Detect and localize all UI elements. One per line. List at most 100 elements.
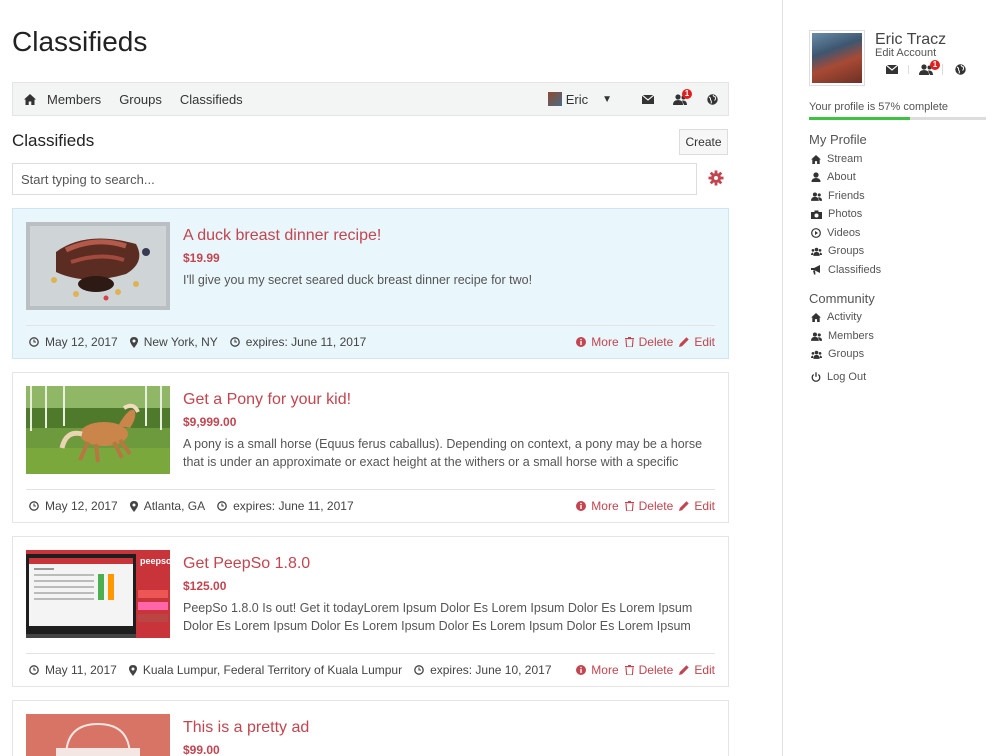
profile-completion-fill	[809, 117, 910, 120]
delete-button[interactable]: Delete	[624, 499, 673, 513]
pencil-icon	[679, 337, 690, 347]
sidebar-item-photos[interactable]: Photos	[811, 208, 862, 220]
listing-date-text: May 11, 2017	[45, 663, 117, 677]
card-divider	[26, 653, 715, 654]
nav-link-members[interactable]: Members	[47, 92, 101, 107]
more-button[interactable]: More	[576, 335, 619, 349]
sidebar-item-label: Members	[828, 330, 874, 342]
listing-thumbnail[interactable]	[26, 386, 170, 474]
clock-icon	[217, 501, 227, 511]
navbar: Members Groups Classifieds Eric ▼ 1	[12, 82, 729, 116]
sidebar-item-about[interactable]: About	[811, 171, 856, 183]
delete-label: Delete	[638, 663, 674, 677]
avatar[interactable]	[809, 30, 865, 86]
envelope-icon[interactable]	[875, 65, 909, 74]
listing-card[interactable]: peepso Get PeepSo 1.8.0 $125.00 PeepSo 1…	[12, 536, 729, 687]
friends-badge: 1	[930, 60, 940, 70]
listing-description: I'll give you my secret seared duck brea…	[183, 273, 533, 287]
listing-card[interactable]: A duck breast dinner recipe! $19.99 I'll…	[12, 208, 729, 359]
search-input[interactable]	[12, 163, 697, 195]
card-divider	[26, 489, 715, 490]
sidebar-item-community-groups[interactable]: Groups	[811, 348, 864, 360]
clock-icon	[29, 665, 39, 675]
globe-icon[interactable]	[943, 64, 977, 75]
nav-link-classifieds[interactable]: Classifieds	[180, 92, 243, 107]
edit-account-link[interactable]: Edit Account	[875, 47, 936, 59]
caret-down-icon[interactable]: ▼	[602, 94, 612, 105]
more-button[interactable]: More	[576, 663, 619, 677]
info-icon	[576, 665, 587, 675]
listing-thumbnail[interactable]	[26, 222, 170, 310]
card-divider	[26, 325, 715, 326]
listing-date-text: May 12, 2017	[45, 499, 118, 513]
envelope-icon[interactable]	[632, 94, 664, 104]
edit-button[interactable]: Edit	[679, 335, 715, 349]
friends-icon[interactable]: 1	[909, 60, 943, 75]
delete-button[interactable]: Delete	[624, 663, 674, 677]
sidebar-item-groups[interactable]: Groups	[811, 245, 864, 257]
gear-icon[interactable]	[708, 170, 724, 191]
home-icon	[811, 312, 821, 322]
profile-completion-text: Your profile is 57% complete	[809, 101, 949, 113]
pencil-icon	[679, 501, 690, 511]
sidebar-item-label: Friends	[828, 190, 865, 202]
listing-title[interactable]: A duck breast dinner recipe!	[183, 227, 381, 245]
listing-expires: expires: June 11, 2017	[229, 335, 367, 349]
listing-actions: More Delete Edit	[570, 499, 715, 513]
map-marker-icon	[129, 500, 138, 512]
globe-icon[interactable]	[696, 93, 728, 105]
sidebar-item-label: Stream	[827, 153, 863, 165]
home-icon	[811, 154, 821, 164]
sidebar-item-label: Groups	[828, 348, 865, 360]
listing-thumbnail[interactable]	[26, 714, 170, 756]
nav-avatar	[547, 92, 562, 106]
clock-icon	[29, 337, 39, 347]
listing-location: New York, NY	[129, 335, 218, 349]
nav-link-groups[interactable]: Groups	[119, 92, 162, 107]
edit-label: Edit	[694, 335, 715, 349]
nav-user-menu[interactable]: Eric	[547, 91, 589, 107]
listing-thumbnail[interactable]: peepso	[26, 550, 170, 638]
create-button[interactable]: Create	[679, 129, 728, 155]
listing-title[interactable]: Get a Pony for your kid!	[183, 391, 351, 409]
listing-title[interactable]: This is a pretty ad	[183, 719, 309, 737]
friends-badge: 1	[682, 88, 692, 99]
nav-user-name: Eric	[565, 91, 589, 107]
listing-date: May 12, 2017	[29, 335, 118, 349]
listing-card[interactable]: This is a pretty ad $99.00	[12, 700, 729, 756]
listing-card[interactable]: Get a Pony for your kid! $9,999.00 A pon…	[12, 372, 729, 523]
friends-icon	[811, 191, 822, 201]
listing-description: A pony is a small horse (Equus ferus cab…	[183, 437, 703, 469]
edit-button[interactable]: Edit	[679, 663, 715, 677]
listing-location-text: Kuala Lumpur, Federal Territory of Kuala…	[142, 663, 403, 677]
listing-price: $9,999.00	[183, 415, 237, 429]
listing-price: $19.99	[183, 251, 220, 265]
more-button[interactable]: More	[576, 499, 619, 513]
sidebar-item-classifieds[interactable]: Classifieds	[811, 264, 881, 276]
logout-link[interactable]: Log Out	[811, 371, 866, 383]
delete-label: Delete	[638, 335, 674, 349]
listing-expires-text: expires: June 11, 2017	[245, 335, 367, 349]
home-icon[interactable]	[13, 93, 47, 105]
listing-actions: More Delete Edit	[570, 663, 715, 677]
profile-completion-bar	[809, 117, 986, 120]
listing-expires: expires: June 11, 2017	[217, 499, 354, 513]
listing-location: Atlanta, GA	[129, 499, 205, 513]
more-label: More	[591, 499, 619, 513]
listing-description: PeepSo 1.8.0 Is out! Get it todayLorem I…	[183, 601, 693, 633]
user-icon	[811, 172, 821, 182]
delete-button[interactable]: Delete	[624, 335, 674, 349]
listing-price: $99.00	[183, 743, 220, 756]
listing-meta: May 12, 2017 Atlanta, GA expires: June 1…	[29, 499, 366, 513]
edit-button[interactable]: Edit	[679, 499, 715, 513]
sidebar-item-friends[interactable]: Friends	[811, 190, 865, 202]
sidebar-item-activity[interactable]: Activity	[811, 311, 862, 323]
listing-title[interactable]: Get PeepSo 1.8.0	[183, 555, 310, 573]
sidebar-item-videos[interactable]: Videos	[811, 227, 860, 239]
groups-icon	[811, 247, 822, 256]
clock-icon	[414, 665, 424, 675]
sidebar-item-stream[interactable]: Stream	[811, 153, 862, 165]
sidebar-item-members[interactable]: Members	[811, 330, 874, 342]
sidebar-item-label: Photos	[828, 208, 863, 220]
friends-icon[interactable]: 1	[664, 88, 696, 105]
